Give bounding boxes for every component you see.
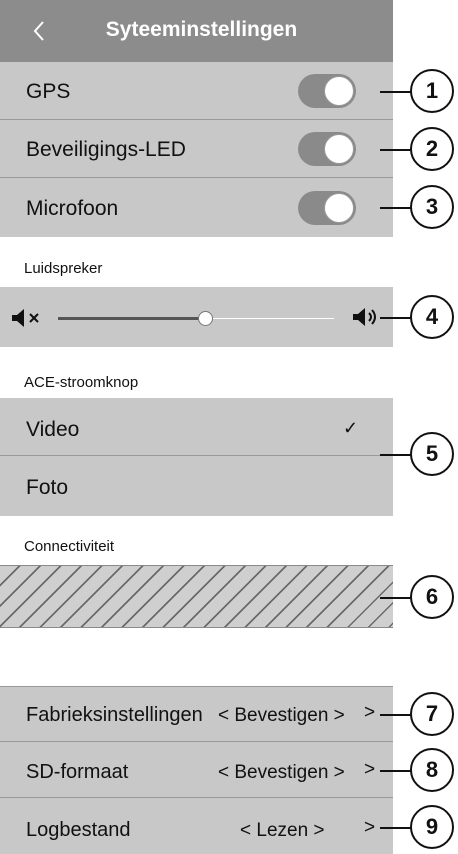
- callout-4: 4: [410, 295, 454, 339]
- speaker-section-label: Luidspreker: [24, 260, 103, 277]
- volume-track-filled: [58, 317, 204, 320]
- log-file-row[interactable]: Logbestand < Lezen > >: [0, 798, 393, 854]
- callout-line: [380, 597, 412, 599]
- factory-reset-label: Fabrieksinstellingen: [26, 704, 203, 726]
- speaker-volume-icon[interactable]: [345, 305, 381, 329]
- log-file-read[interactable]: < Lezen >: [240, 820, 325, 842]
- option-video[interactable]: Video ✓: [0, 398, 393, 456]
- sd-format-confirm[interactable]: < Bevestigen >: [218, 762, 345, 784]
- option-photo-label: Foto: [26, 476, 69, 499]
- checkmark-icon: ✓: [343, 418, 359, 438]
- callout-6: 6: [410, 575, 454, 619]
- toggle-knob: [324, 76, 354, 106]
- gps-toggle[interactable]: [298, 74, 356, 108]
- speaker-mute-icon[interactable]: [10, 307, 50, 329]
- security-led-label: Beveiligings-LED: [26, 138, 186, 161]
- option-video-label: Video: [26, 418, 80, 441]
- log-file-label: Logbestand: [26, 819, 131, 841]
- callout-line: [380, 207, 412, 209]
- chevron-right-icon: >: [364, 817, 376, 838]
- settings-panel: Syteeminstellingen GPS Beveiligings-LED …: [0, 0, 393, 854]
- callout-3: 3: [410, 185, 454, 229]
- gps-label: GPS: [26, 80, 71, 103]
- toggle-knob: [324, 134, 354, 164]
- callout-line: [380, 149, 412, 151]
- toggle-knob: [324, 193, 354, 223]
- chevron-left-icon[interactable]: [28, 16, 50, 46]
- microphone-row: Microfoon: [0, 178, 393, 237]
- factory-reset-confirm[interactable]: < Bevestigen >: [218, 705, 345, 727]
- speaker-volume-row: [0, 287, 393, 347]
- microphone-label: Microfoon: [26, 197, 119, 220]
- callout-7: 7: [410, 692, 454, 736]
- connectivity-hatched-area: [0, 565, 393, 628]
- volume-track-empty: [212, 318, 334, 319]
- callout-5: 5: [410, 432, 454, 476]
- factory-reset-row[interactable]: Fabrieksinstellingen < Bevestigen > >: [0, 686, 393, 742]
- volume-slider-thumb[interactable]: [198, 311, 213, 326]
- page-title: Syteeminstellingen: [105, 18, 298, 41]
- callout-line: [380, 317, 412, 319]
- security-led-row: Beveiligings-LED: [0, 120, 393, 178]
- callout-line: [380, 770, 412, 772]
- callout-1: 1: [410, 69, 454, 113]
- header-bar: Syteeminstellingen: [0, 0, 393, 62]
- power-button-section-label: ACE-stroomknop: [24, 374, 139, 391]
- chevron-right-icon: >: [364, 702, 376, 723]
- callout-line: [380, 714, 412, 716]
- callout-9: 9: [410, 805, 454, 849]
- chevron-right-icon: >: [364, 759, 376, 780]
- callout-line: [380, 827, 412, 829]
- callout-8: 8: [410, 748, 454, 792]
- callout-2: 2: [410, 127, 454, 171]
- callout-line: [380, 91, 412, 93]
- option-photo[interactable]: Foto: [0, 456, 393, 516]
- callout-line: [380, 454, 412, 456]
- gps-row: GPS: [0, 62, 393, 120]
- microphone-toggle[interactable]: [298, 191, 356, 225]
- security-led-toggle[interactable]: [298, 132, 356, 166]
- sd-format-row[interactable]: SD-formaat < Bevestigen > >: [0, 742, 393, 798]
- connectivity-section-label: Connectiviteit: [24, 538, 115, 555]
- sd-format-label: SD-formaat: [26, 761, 129, 783]
